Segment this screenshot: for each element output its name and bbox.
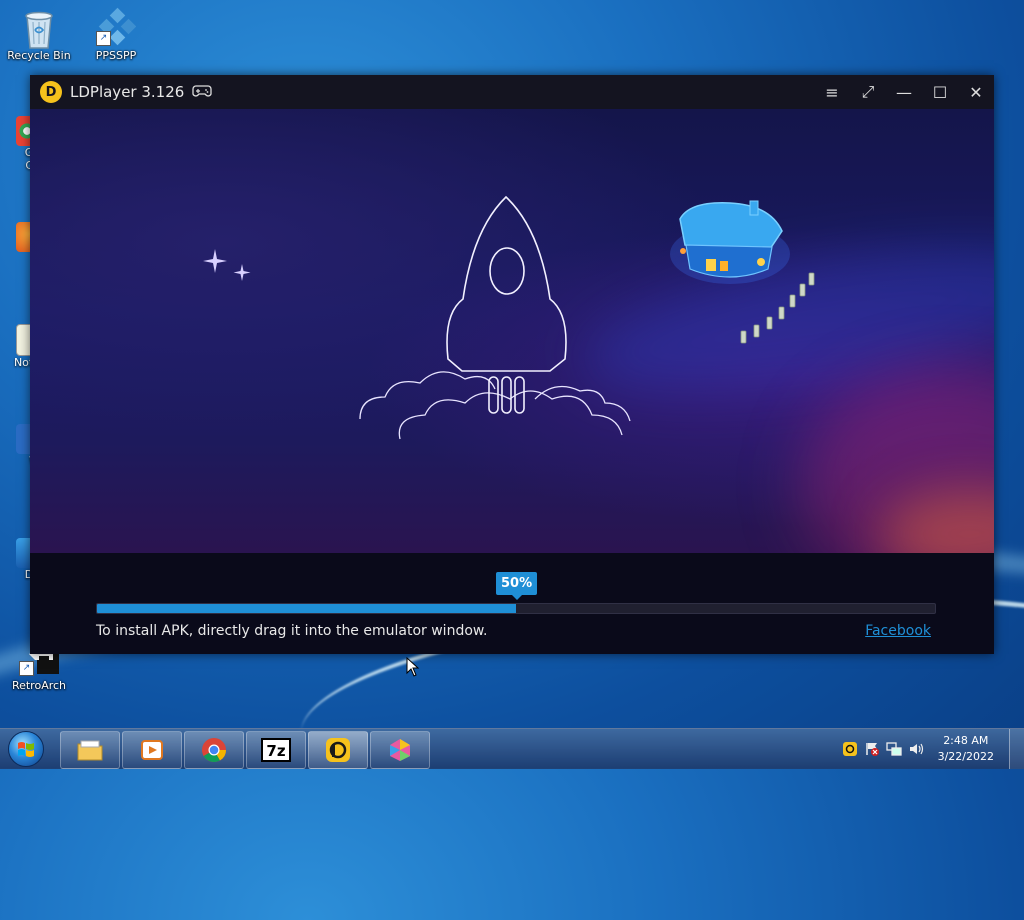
clock-time: 2:48 AM [943, 734, 989, 747]
desktop-icon-ppsspp[interactable]: ↗ PPSSPP [78, 6, 154, 62]
show-desktop-button[interactable] [1009, 729, 1024, 769]
volume-icon[interactable] [908, 741, 924, 757]
maximize-button[interactable]: ☐ [922, 75, 958, 109]
taskbar-7zip[interactable]: 7z [246, 731, 306, 769]
cloud-icon [359, 371, 631, 440]
loading-splash [30, 109, 994, 553]
menu-button[interactable]: ≡ [814, 75, 850, 109]
install-hint: To install APK, directly drag it into th… [96, 623, 488, 639]
desktop-icon-recycle-bin[interactable]: Recycle Bin [1, 6, 77, 62]
progress-area: 50% To install APK, directly drag it int… [30, 553, 994, 654]
taskbar-media-player[interactable] [122, 731, 182, 769]
ldplayer-tray-icon[interactable] [842, 741, 858, 757]
taskbar-ldmultiplayer[interactable] [370, 731, 430, 769]
chrome-icon [202, 738, 226, 763]
progress-percent-badge: 50% [496, 572, 538, 600]
splash-illustration [203, 195, 815, 440]
ldmultiplayer-icon [390, 739, 410, 761]
fullscreen-button[interactable]: ⤢ [850, 75, 886, 109]
taskbar: 7z 2:48 AM 3/22/2022 [0, 728, 1024, 769]
taskbar-clock[interactable]: 2:48 AM 3/22/2022 [938, 733, 994, 765]
start-button[interactable] [4, 730, 48, 768]
rocket-icon [446, 195, 567, 414]
recycle-bin-icon [19, 6, 59, 49]
svg-text:7z: 7z [266, 742, 285, 760]
ldplayer-window: D LDPlayer 3.126 ≡ ⤢ — ☐ ✕ 50% To instal… [30, 75, 994, 654]
window-title: LDPlayer 3.126 [70, 83, 185, 101]
folder-icon [77, 740, 103, 761]
desktop-icon-label: Recycle Bin [7, 49, 71, 62]
media-player-icon [141, 740, 163, 760]
network-icon[interactable] [885, 741, 902, 757]
action-center-flag-icon[interactable] [864, 741, 880, 757]
facebook-link[interactable]: Facebook [865, 623, 931, 639]
progress-fill [97, 604, 516, 613]
desktop-icon-label: RetroArch [11, 679, 67, 692]
7zip-icon: 7z [261, 738, 291, 762]
floating-house-icon [670, 200, 815, 344]
windows-logo-icon [8, 731, 44, 767]
ldplayer-logo-icon: D [40, 81, 62, 103]
sparkle-icon [203, 249, 251, 281]
close-button[interactable]: ✕ [958, 75, 994, 109]
minimize-button[interactable]: — [886, 75, 922, 109]
mouse-cursor-icon [406, 657, 420, 677]
taskbar-ldplayer[interactable] [308, 731, 368, 769]
desktop-icon-label: PPSSPP [95, 49, 137, 62]
ppsspp-icon: ↗ [96, 6, 137, 46]
progress-track [96, 603, 936, 614]
clock-date: 3/22/2022 [937, 750, 994, 763]
shortcut-arrow-icon: ↗ [96, 31, 111, 46]
system-tray: 2:48 AM 3/22/2022 [842, 729, 1004, 769]
taskbar-chrome[interactable] [184, 731, 244, 769]
ldplayer-icon [326, 738, 350, 762]
window-titlebar[interactable]: D LDPlayer 3.126 ≡ ⤢ — ☐ ✕ [30, 75, 994, 109]
gamepad-icon[interactable] [192, 83, 212, 102]
shortcut-arrow-icon: ↗ [19, 661, 34, 676]
taskbar-file-explorer[interactable] [60, 731, 120, 769]
